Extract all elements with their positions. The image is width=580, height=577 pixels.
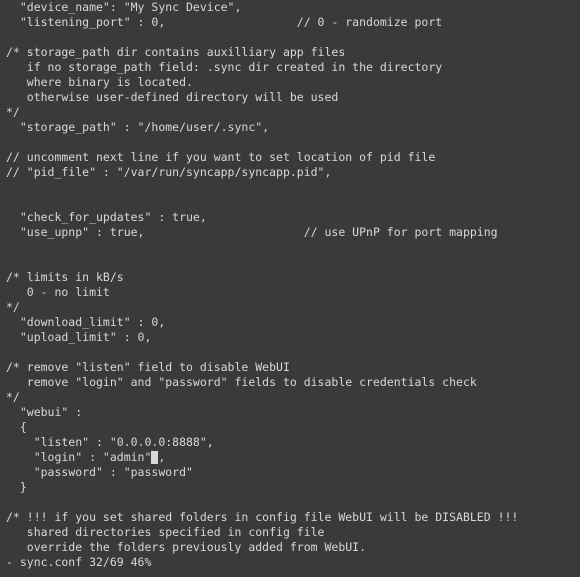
code-line: "download_limit" : 0, xyxy=(6,315,165,329)
code-line: "upload_limit" : 0, xyxy=(6,330,151,344)
code-line: "listening_port" : 0, // 0 - randomize p… xyxy=(6,15,442,29)
code-line: shared directories specified in config f… xyxy=(6,525,325,539)
code-line: /* remove "listen" field to disable WebU… xyxy=(6,360,290,374)
editor-viewport[interactable]: "device_name": "My Sync Device", "listen… xyxy=(0,0,580,570)
code-line: // uncomment next line if you want to se… xyxy=(6,150,435,164)
code-line: if no storage_path field: .sync dir crea… xyxy=(6,60,442,74)
code-line: { xyxy=(6,420,27,434)
code-line: where binary is located. xyxy=(6,75,193,89)
code-line: "storage_path" : "/home/user/.sync", xyxy=(6,120,269,134)
code-line: otherwise user-defined directory will be… xyxy=(6,90,338,104)
code-line: */ xyxy=(6,390,20,404)
code-line: /* limits in kB/s xyxy=(6,270,124,284)
code-line: "listen" : "0.0.0.0:8888", xyxy=(6,435,214,449)
code-line: /* storage_path dir contains auxilliary … xyxy=(6,45,345,59)
code-line: /* !!! if you set shared folders in conf… xyxy=(6,510,518,524)
code-line: */ xyxy=(6,300,20,314)
code-line: "device_name": "My Sync Device", xyxy=(6,0,241,14)
code-line: "password" : "password" xyxy=(6,465,193,479)
code-line: } xyxy=(6,480,27,494)
code-line: 0 - no limit xyxy=(6,285,110,299)
code-line: remove "login" and "password" fields to … xyxy=(6,375,477,389)
editor-status-line: - sync.conf 32/69 46% xyxy=(6,555,151,569)
code-line: override the folders previously added fr… xyxy=(6,540,366,554)
code-line: // "pid_file" : "/var/run/syncapp/syncap… xyxy=(6,165,331,179)
code-line-cursor: "login" : "admin", xyxy=(6,450,165,464)
code-line: "webui" : xyxy=(6,405,82,419)
code-line: */ xyxy=(6,105,20,119)
code-line: "use_upnp" : true, // use UPnP for port … xyxy=(6,225,498,239)
code-line: "check_for_updates" : true, xyxy=(6,210,207,224)
